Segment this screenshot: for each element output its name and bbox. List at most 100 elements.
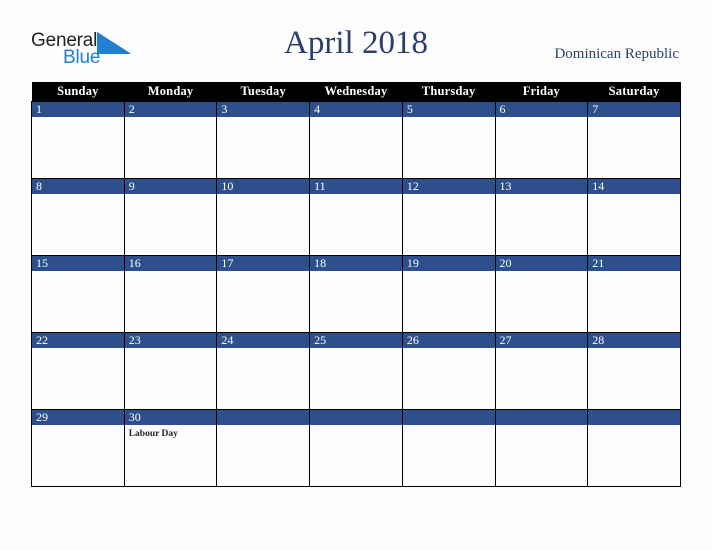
day-number: 15 [32, 256, 124, 271]
day-number: 14 [588, 179, 680, 194]
day-number: 12 [402, 179, 495, 194]
day-content [496, 194, 588, 197]
calendar-day-cell[interactable]: 19 [401, 255, 496, 333]
day-number [310, 410, 402, 425]
calendar-day-cell[interactable]: 17 [216, 255, 311, 333]
day-number: 20 [495, 256, 588, 271]
weekday-header-sunday: Sunday [31, 82, 125, 102]
day-content [32, 117, 124, 120]
calendar-day-cell[interactable]: 2 [123, 101, 218, 179]
weekday-header-thursday: Thursday [402, 82, 496, 102]
calendar-day-cell[interactable]: 30 Labour Day [123, 409, 218, 487]
calendar-day-cell[interactable]: 23 [123, 332, 218, 410]
calendar-day-cell[interactable]: 21 [587, 255, 681, 333]
day-content: Labour Day [125, 425, 217, 440]
calendar-day-cell[interactable]: 9 [123, 178, 218, 256]
day-content [125, 348, 217, 351]
day-content [32, 425, 124, 428]
day-number: 6 [495, 102, 588, 117]
day-content [403, 194, 495, 197]
calendar-day-cell[interactable]: 7 [587, 101, 681, 179]
page-header: General Blue April 2018 Dominican Republ… [0, 0, 712, 82]
day-number: 4 [310, 102, 402, 117]
day-content [403, 348, 495, 351]
calendar-day-cell[interactable]: 20 [494, 255, 589, 333]
day-content [32, 348, 124, 351]
day-number: 17 [217, 256, 310, 271]
calendar-day-cell[interactable]: 8 [31, 178, 125, 256]
calendar-day-cell[interactable]: 28 [587, 332, 681, 410]
calendar-day-cell[interactable] [401, 409, 496, 487]
day-number: 7 [588, 102, 680, 117]
weekday-header-saturday: Saturday [587, 82, 681, 102]
day-content [496, 425, 588, 428]
calendar-day-cell[interactable]: 29 [31, 409, 125, 487]
day-number: 28 [588, 333, 680, 348]
day-content [125, 194, 217, 197]
calendar-day-cell[interactable] [309, 409, 403, 487]
day-number: 16 [124, 256, 217, 271]
day-content [588, 271, 680, 274]
day-number [402, 410, 495, 425]
day-content [496, 348, 588, 351]
calendar-day-cell[interactable] [494, 409, 589, 487]
day-number: 1 [32, 102, 124, 117]
calendar-week-row: 8 9 10 11 12 13 14 [31, 178, 681, 256]
day-content [310, 194, 402, 197]
calendar-week-row: 1 2 3 4 5 6 7 [31, 101, 681, 179]
day-content [496, 271, 588, 274]
calendar-header-row-group: Sunday Monday Tuesday Wednesday Thursday… [31, 82, 681, 102]
calendar-week-row: 29 30 Labour Day [31, 409, 681, 487]
day-content [217, 271, 309, 274]
calendar-day-cell[interactable]: 18 [309, 255, 403, 333]
day-content [496, 117, 588, 120]
calendar-day-cell[interactable]: 3 [216, 101, 311, 179]
day-content [32, 271, 124, 274]
day-number [588, 410, 680, 425]
weekday-header-row: Sunday Monday Tuesday Wednesday Thursday… [31, 82, 681, 102]
calendar-day-cell[interactable]: 16 [123, 255, 218, 333]
day-number: 21 [588, 256, 680, 271]
day-number [495, 410, 588, 425]
day-content [217, 194, 309, 197]
day-content [310, 425, 402, 428]
calendar-day-cell[interactable]: 12 [401, 178, 496, 256]
day-number: 11 [310, 179, 402, 194]
day-number [217, 410, 310, 425]
day-number: 25 [310, 333, 402, 348]
weekday-header-friday: Friday [495, 82, 588, 102]
calendar-week-row: 22 23 24 25 26 27 28 [31, 332, 681, 410]
day-number: 24 [217, 333, 310, 348]
calendar-day-cell[interactable]: 15 [31, 255, 125, 333]
day-number: 5 [402, 102, 495, 117]
calendar-day-cell[interactable]: 24 [216, 332, 311, 410]
calendar-day-cell[interactable]: 1 [31, 101, 125, 179]
day-content [32, 194, 124, 197]
day-content [588, 348, 680, 351]
day-number: 29 [32, 410, 124, 425]
calendar-day-cell[interactable]: 4 [309, 101, 403, 179]
calendar-day-cell[interactable]: 14 [587, 178, 681, 256]
calendar-day-cell[interactable] [587, 409, 681, 487]
calendar-body: 1 2 3 4 5 6 7 8 9 10 11 12 13 14 15 16 1… [31, 101, 681, 487]
calendar-day-cell[interactable]: 22 [31, 332, 125, 410]
calendar-day-cell[interactable]: 26 [401, 332, 496, 410]
day-content [217, 117, 309, 120]
day-content [588, 117, 680, 120]
day-number: 30 [124, 410, 217, 425]
calendar-day-cell[interactable] [216, 409, 311, 487]
calendar-day-cell[interactable]: 13 [494, 178, 589, 256]
calendar-day-cell[interactable]: 11 [309, 178, 403, 256]
calendar-day-cell[interactable]: 5 [401, 101, 496, 179]
weekday-header-monday: Monday [124, 82, 217, 102]
day-content [588, 425, 680, 428]
day-number: 10 [217, 179, 310, 194]
calendar-day-cell[interactable]: 6 [494, 101, 589, 179]
calendar-grid: Sunday Monday Tuesday Wednesday Thursday… [31, 82, 681, 487]
calendar-day-cell[interactable]: 25 [309, 332, 403, 410]
calendar-day-cell[interactable]: 10 [216, 178, 311, 256]
day-content [588, 194, 680, 197]
day-number: 19 [402, 256, 495, 271]
country-label: Dominican Republic [554, 46, 679, 62]
calendar-day-cell[interactable]: 27 [494, 332, 589, 410]
